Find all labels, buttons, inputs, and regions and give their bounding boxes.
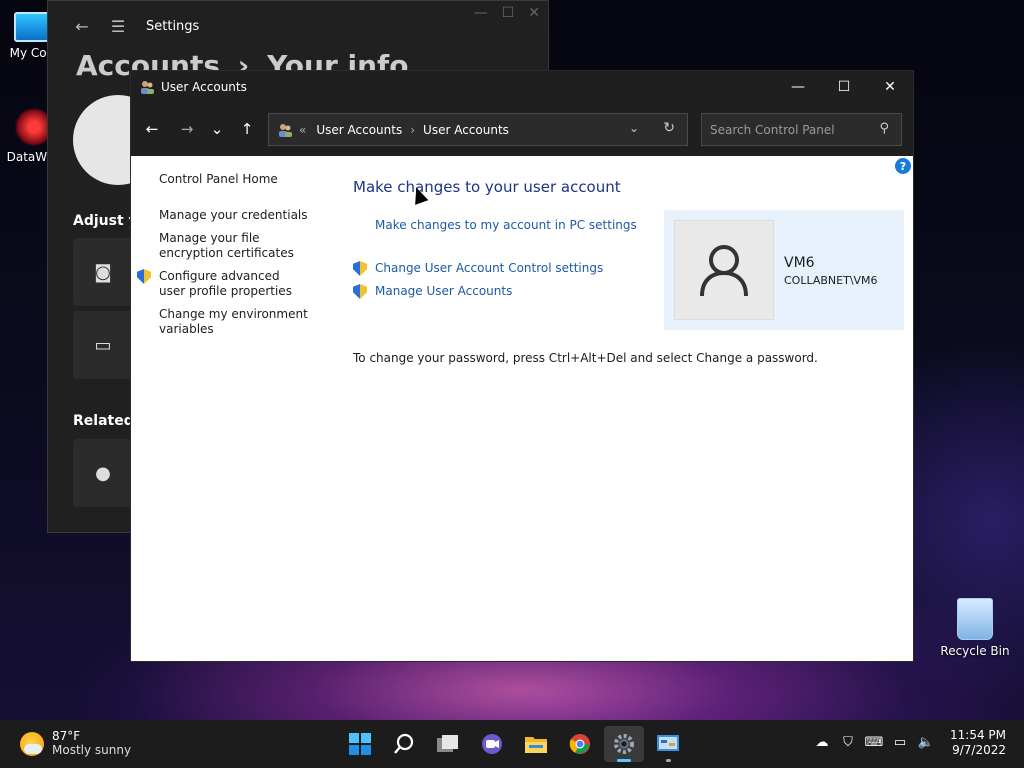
advanced-profile-properties-link[interactable]: Configure advanced user profile properti… [159,269,309,299]
ua-content: ? Control Panel Home Manage your credent… [131,156,913,661]
related-card[interactable]: ● [73,439,133,507]
change-uac-settings-link[interactable]: Change User Account Control settings [375,261,603,275]
file-explorer-icon [525,737,547,753]
keyboard-icon[interactable]: ⌨ [864,732,884,752]
volume-icon[interactable]: 🔈 [916,732,936,752]
close-icon[interactable]: ✕ [528,5,540,21]
maximize-icon[interactable]: ☐ [502,5,515,21]
back-arrow-icon[interactable]: ← [64,11,100,41]
clock-date: 9/7/2022 [952,743,1006,757]
settings-taskbar-button[interactable] [604,726,644,762]
address-dropdown-chevron-icon[interactable]: ⌄ [629,121,639,135]
uac-shield-icon [353,284,367,299]
file-explorer-button[interactable] [516,726,556,762]
control-panel-taskbar-button[interactable] [648,726,688,762]
password-hint-text: To change your password, press Ctrl+Alt+… [353,351,818,365]
user-picture [674,220,774,320]
back-arrow-icon[interactable]: ← [137,114,167,144]
control-panel-home-link[interactable]: Control Panel Home [159,172,334,187]
task-view-button[interactable] [428,726,468,762]
search-placeholder: Search Control Panel [710,122,835,137]
desktop: My Com DataWag Recycle Bin ← ☰ Settings … [0,0,1024,720]
chrome-button[interactable] [560,726,600,762]
uac-shield-icon [137,269,151,284]
user-silhouette-icon [700,245,748,297]
active-app-indicator [617,759,631,762]
settings-icon [614,734,634,754]
refresh-icon[interactable]: ↻ [663,120,675,136]
search-icon [394,733,414,754]
search-control-panel-input[interactable]: Search Control Panel ⚲ [701,113,902,146]
user-account-domain: COLLABNET\VM6 [784,274,878,287]
camera-icon: ◙ [94,261,112,283]
address-overflow-icon[interactable]: « [299,123,306,137]
chat-button[interactable] [472,726,512,762]
chat-icon [482,734,502,754]
system-tray: ☁ ⛉ ⌨ ▭ 🔈 [812,732,936,752]
ua-window-title: User Accounts [161,79,247,94]
running-app-indicator [666,759,671,762]
ua-navbar: ← → ⌄ ↑ « User Accounts › User Accounts … [131,102,913,156]
settings-window-controls: — ☐ ✕ [474,5,540,21]
breadcrumb-item[interactable]: User Accounts [423,123,509,137]
user-name: VM6 [784,255,815,271]
address-bar[interactable]: « User Accounts › User Accounts ⌄ ↻ [268,113,688,146]
recycle-bin-icon [957,598,993,640]
onedrive-icon[interactable]: ☁ [812,732,832,752]
desktop-icon-label: Recycle Bin [940,644,1010,658]
chrome-icon [569,734,590,754]
page-title: Make changes to your user account [353,178,621,196]
uac-shield-icon [353,261,367,276]
breadcrumb-item[interactable]: User Accounts [316,123,402,137]
up-arrow-icon[interactable]: ↑ [232,114,262,144]
user-tile: VM6 COLLABNET\VM6 [664,210,904,330]
manage-user-accounts-link[interactable]: Manage User Accounts [375,284,512,298]
folder-icon: ▭ [94,334,112,356]
maximize-icon[interactable]: ☐ [821,71,867,102]
user-icon: ● [95,462,111,484]
breadcrumb-separator-icon[interactable]: › [410,123,415,137]
recent-locations-chevron-down-icon[interactable]: ⌄ [202,114,232,144]
forward-arrow-icon[interactable]: → [172,114,202,144]
close-icon[interactable]: ✕ [867,71,913,102]
weather-description: Mostly sunny [52,743,132,757]
environment-variables-link[interactable]: Change my environment variables [159,307,309,337]
weather-temperature: 87°F [52,729,81,743]
task-view-icon [437,735,458,752]
minimize-icon[interactable]: — [474,5,488,21]
sunny-weather-icon [20,731,44,756]
hamburger-menu-icon[interactable]: ☰ [100,11,136,41]
ua-titlebar: User Accounts — ☐ ✕ [131,71,913,102]
search-icon[interactable]: ⚲ [879,121,889,136]
taskbar-clock[interactable]: 11:54 PM 9/7/2022 [950,728,1006,758]
clock-time: 11:54 PM [950,728,1006,742]
user-accounts-icon [141,80,154,94]
browse-card[interactable]: ▭ [73,311,133,379]
network-icon[interactable]: ▭ [890,732,910,752]
user-accounts-window[interactable]: User Accounts — ☐ ✕ ← → ⌄ ↑ « User Accou… [130,70,914,662]
pc-settings-link[interactable]: Make changes to my account in PC setting… [375,218,637,232]
desktop-icon-recycle-bin[interactable]: Recycle Bin [935,598,1015,658]
security-shield-icon[interactable]: ⛉ [838,732,858,752]
control-panel-icon [657,735,679,751]
settings-title: Settings [146,18,200,34]
camera-card[interactable]: ◙ [73,238,133,306]
taskbar-search-button[interactable] [384,726,424,762]
manage-encryption-certificates-link[interactable]: Manage your file encryption certificates [159,231,319,261]
start-icon [349,733,371,755]
weather-widget[interactable]: 87°F Mostly sunny [20,729,131,758]
taskbar-apps [340,726,688,762]
manage-credentials-link[interactable]: Manage your credentials [159,208,334,223]
start-button[interactable] [340,726,380,762]
taskbar: 87°F Mostly sunny ☁ ⛉ ⌨ ▭ 🔈 11:54 PM 9/7… [0,720,1024,768]
help-icon[interactable]: ? [895,158,911,174]
ua-window-controls: — ☐ ✕ [775,71,913,102]
control-panel-users-icon [279,123,292,137]
minimize-icon[interactable]: — [775,71,821,102]
